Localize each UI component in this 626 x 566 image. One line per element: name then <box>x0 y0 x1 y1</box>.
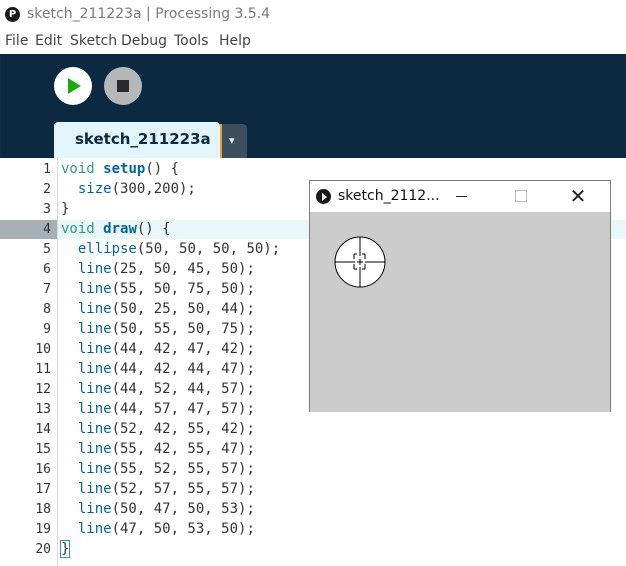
maximize-icon <box>515 190 527 202</box>
line-number: 9 <box>43 322 51 337</box>
line-number: 14 <box>35 422 51 437</box>
code-line[interactable]: size(300,200); <box>61 181 196 197</box>
sketch-window-title: sketch_2112... <box>338 188 440 204</box>
stop-button[interactable] <box>104 67 142 105</box>
editor-toolbar: sketch_211223a ▾ <box>0 54 626 158</box>
code-line[interactable]: line(52, 42, 55, 42); <box>61 421 255 437</box>
title-bar: P sketch_211223a | Processing 3.5.4 <box>0 0 626 31</box>
code-line[interactable]: void draw() { <box>61 221 171 237</box>
code-line[interactable]: void setup() { <box>61 161 179 177</box>
tab-menu-button[interactable]: ▾ <box>220 124 247 158</box>
tab-sketch[interactable]: sketch_211223a <box>54 122 220 158</box>
code-line[interactable]: } <box>61 201 69 217</box>
line-number: 3 <box>43 202 51 217</box>
code-line[interactable]: line(50, 47, 50, 53); <box>61 501 255 517</box>
menu-file[interactable]: File <box>5 33 28 49</box>
maximize-button[interactable] <box>500 185 540 209</box>
menu-debug[interactable]: Debug <box>121 33 167 49</box>
code-line[interactable]: line(25, 50, 45, 50); <box>61 261 255 277</box>
line-number: 8 <box>43 302 51 317</box>
code-line[interactable]: line(44, 42, 47, 42); <box>61 341 255 357</box>
line-number: 6 <box>43 262 51 277</box>
code-line[interactable]: line(55, 42, 55, 47); <box>61 441 255 457</box>
code-line[interactable]: line(50, 55, 50, 75); <box>61 321 255 337</box>
code-line[interactable]: line(55, 50, 75, 50); <box>61 281 255 297</box>
code-line[interactable]: line(50, 25, 50, 44); <box>61 301 255 317</box>
code-line[interactable]: line(44, 42, 44, 47); <box>61 361 255 377</box>
line-number: 4 <box>43 222 51 237</box>
line-number: 15 <box>35 442 51 457</box>
code-line[interactable]: ellipse(50, 50, 50, 50); <box>61 241 280 257</box>
line-number: 5 <box>43 242 51 257</box>
close-icon: ✕ <box>569 184 587 208</box>
sketch-canvas[interactable] <box>310 212 610 412</box>
line-number: 2 <box>43 182 51 197</box>
code-line[interactable]: line(44, 52, 44, 57); <box>61 381 255 397</box>
line-number: 1 <box>43 162 51 177</box>
processing-run-icon <box>316 189 331 204</box>
menu-edit[interactable]: Edit <box>35 33 62 49</box>
line-number: 7 <box>43 282 51 297</box>
sketch-window[interactable]: sketch_2112... ✕ <box>309 180 611 412</box>
menu-bar: File Edit Sketch Debug Tools Help <box>0 31 626 53</box>
stop-icon <box>117 80 129 92</box>
menu-help[interactable]: Help <box>219 33 251 49</box>
processing-logo-icon: P <box>5 7 20 22</box>
menu-tools[interactable]: Tools <box>174 33 209 49</box>
line-number: 12 <box>35 382 51 397</box>
code-line[interactable]: } <box>61 541 69 557</box>
run-button[interactable] <box>54 67 92 105</box>
line-number: 20 <box>35 542 51 557</box>
minimize-icon <box>456 196 467 197</box>
line-number: 19 <box>35 522 51 537</box>
close-button[interactable]: ✕ <box>558 185 598 209</box>
line-number: 13 <box>35 402 51 417</box>
code-line[interactable]: line(52, 57, 55, 57); <box>61 481 255 497</box>
line-number: 16 <box>35 462 51 477</box>
line-number: 11 <box>35 362 51 377</box>
tab-label: sketch_211223a <box>75 130 211 148</box>
minimize-button[interactable] <box>442 185 482 209</box>
play-icon <box>68 78 81 94</box>
window-title: sketch_211223a | Processing 3.5.4 <box>27 6 271 22</box>
code-line[interactable]: line(47, 50, 53, 50); <box>61 521 255 537</box>
line-number: 18 <box>35 502 51 517</box>
code-line[interactable]: line(44, 57, 47, 57); <box>61 401 255 417</box>
line-number: 17 <box>35 482 51 497</box>
menu-sketch[interactable]: Sketch <box>70 33 117 49</box>
code-line[interactable]: line(55, 52, 55, 57); <box>61 461 255 477</box>
chevron-down-icon: ▾ <box>229 134 235 147</box>
line-number: 10 <box>35 342 51 357</box>
